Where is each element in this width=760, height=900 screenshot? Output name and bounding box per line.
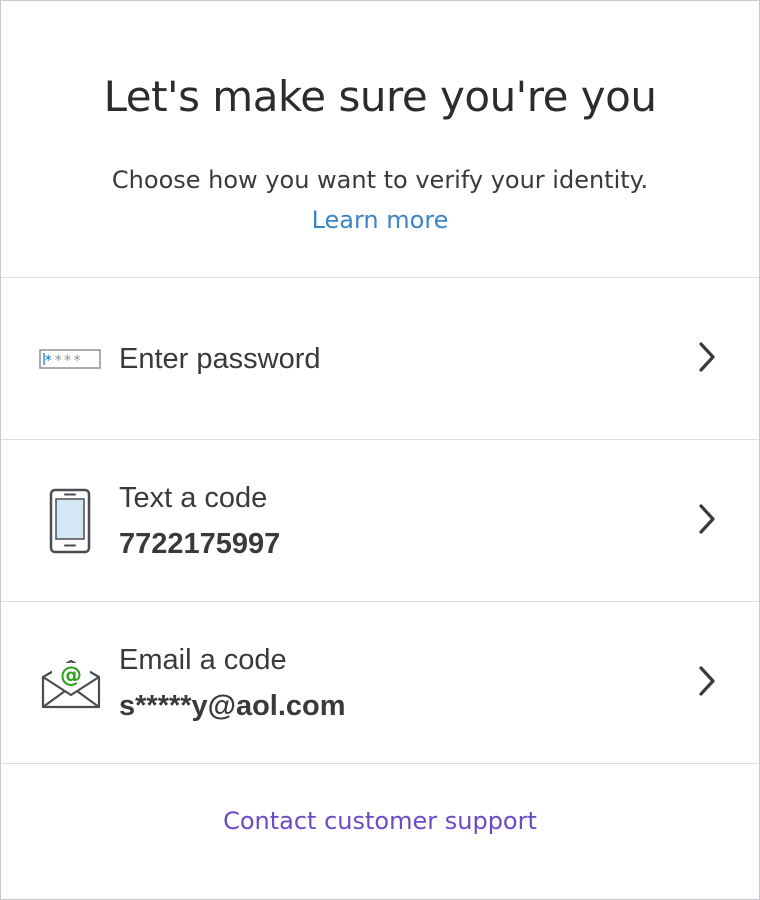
mobile-phone-icon [49,488,91,554]
email-address: s*****y@aol.com [119,689,346,722]
verification-card: Let's make sure you're you Choose how yo… [0,0,760,900]
phone-number: 7722175997 [119,527,281,560]
option-text-code[interactable]: Text a code 7722175997 [1,440,759,602]
option-text: Email a code s*****y@aol.com [119,642,346,724]
option-email-code[interactable]: @ Email a code s*****y@aol.com [1,602,759,764]
option-label: Text a code [119,481,268,514]
header: Let's make sure you're you Choose how yo… [1,1,759,278]
option-text: Text a code 7722175997 [119,480,280,562]
svg-text:*: * [44,353,52,369]
page-title: Let's make sure you're you [103,72,657,121]
option-label: Enter password [119,342,321,375]
svg-text:***: *** [54,353,82,369]
chevron-right-icon [697,341,717,377]
chevron-right-icon [697,503,717,539]
footer: Contact customer support [1,764,759,836]
chevron-right-icon [697,665,717,701]
learn-more-link[interactable]: Learn more [312,205,449,235]
password-field-icon: * *** [39,348,101,370]
email-envelope-icon: @ [41,657,101,709]
option-label: Email a code [119,643,287,676]
subtitle: Choose how you want to verify your ident… [111,166,649,194]
svg-text:@: @ [60,663,82,688]
option-enter-password[interactable]: * *** Enter password [1,278,759,440]
contact-support-link[interactable]: Contact customer support [223,807,537,835]
option-text: Enter password [119,341,321,377]
